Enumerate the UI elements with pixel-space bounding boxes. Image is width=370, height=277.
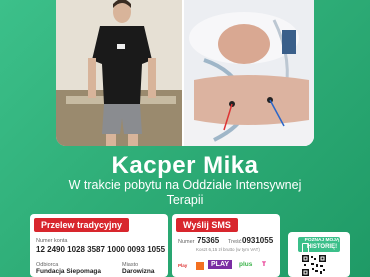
sms-content-label: Treść (228, 239, 242, 245)
transfer-heading: Przelew tradycyjny (34, 218, 130, 232)
recipient-value: Fundacja Siepomaga (36, 268, 102, 275)
operator-logo-orange (196, 262, 204, 270)
account-number[interactable]: 12 2490 1028 3587 1000 0093 1055 (36, 245, 165, 254)
operator-logo-t: T (262, 261, 266, 268)
account-label: Numer konta (36, 238, 68, 244)
person-name: Kacper Mika (111, 152, 259, 179)
operator-logo-play: Play (178, 263, 188, 268)
sms-number-label: Numer (178, 239, 195, 245)
operator-logo-playtext: PLAY (208, 260, 233, 269)
phone-icon (302, 243, 309, 254)
photo-hospital-bed (184, 0, 314, 146)
qr-card: POZNAJ MOJĄ HISTORIĘ! (288, 232, 350, 277)
sms-card: Wyślij SMS Numer 75365 Treść 0931055 Kos… (172, 214, 280, 277)
sms-heading: Wyślij SMS (176, 218, 238, 232)
qr-heading: POZNAJ MOJĄ HISTORIĘ! (298, 237, 340, 254)
sms-number[interactable]: 75365 (197, 236, 219, 245)
photo-collage (56, 0, 314, 146)
transfer-title-value: Darowizna (122, 268, 155, 275)
photo-standing-boy (56, 0, 182, 146)
sms-cost-note: Koszt 6,15 zł brutto (w tym VAT) (196, 247, 260, 252)
qr-code-icon[interactable] (301, 254, 327, 277)
operator-logo-plus: plus (239, 261, 253, 268)
transfer-card: Przelew tradycyjny Numer konta 12 2490 1… (30, 214, 168, 277)
sms-content[interactable]: 0931055 (242, 236, 273, 245)
person-status: W trakcie pobytu na Oddziale Intensywnej… (68, 178, 302, 207)
